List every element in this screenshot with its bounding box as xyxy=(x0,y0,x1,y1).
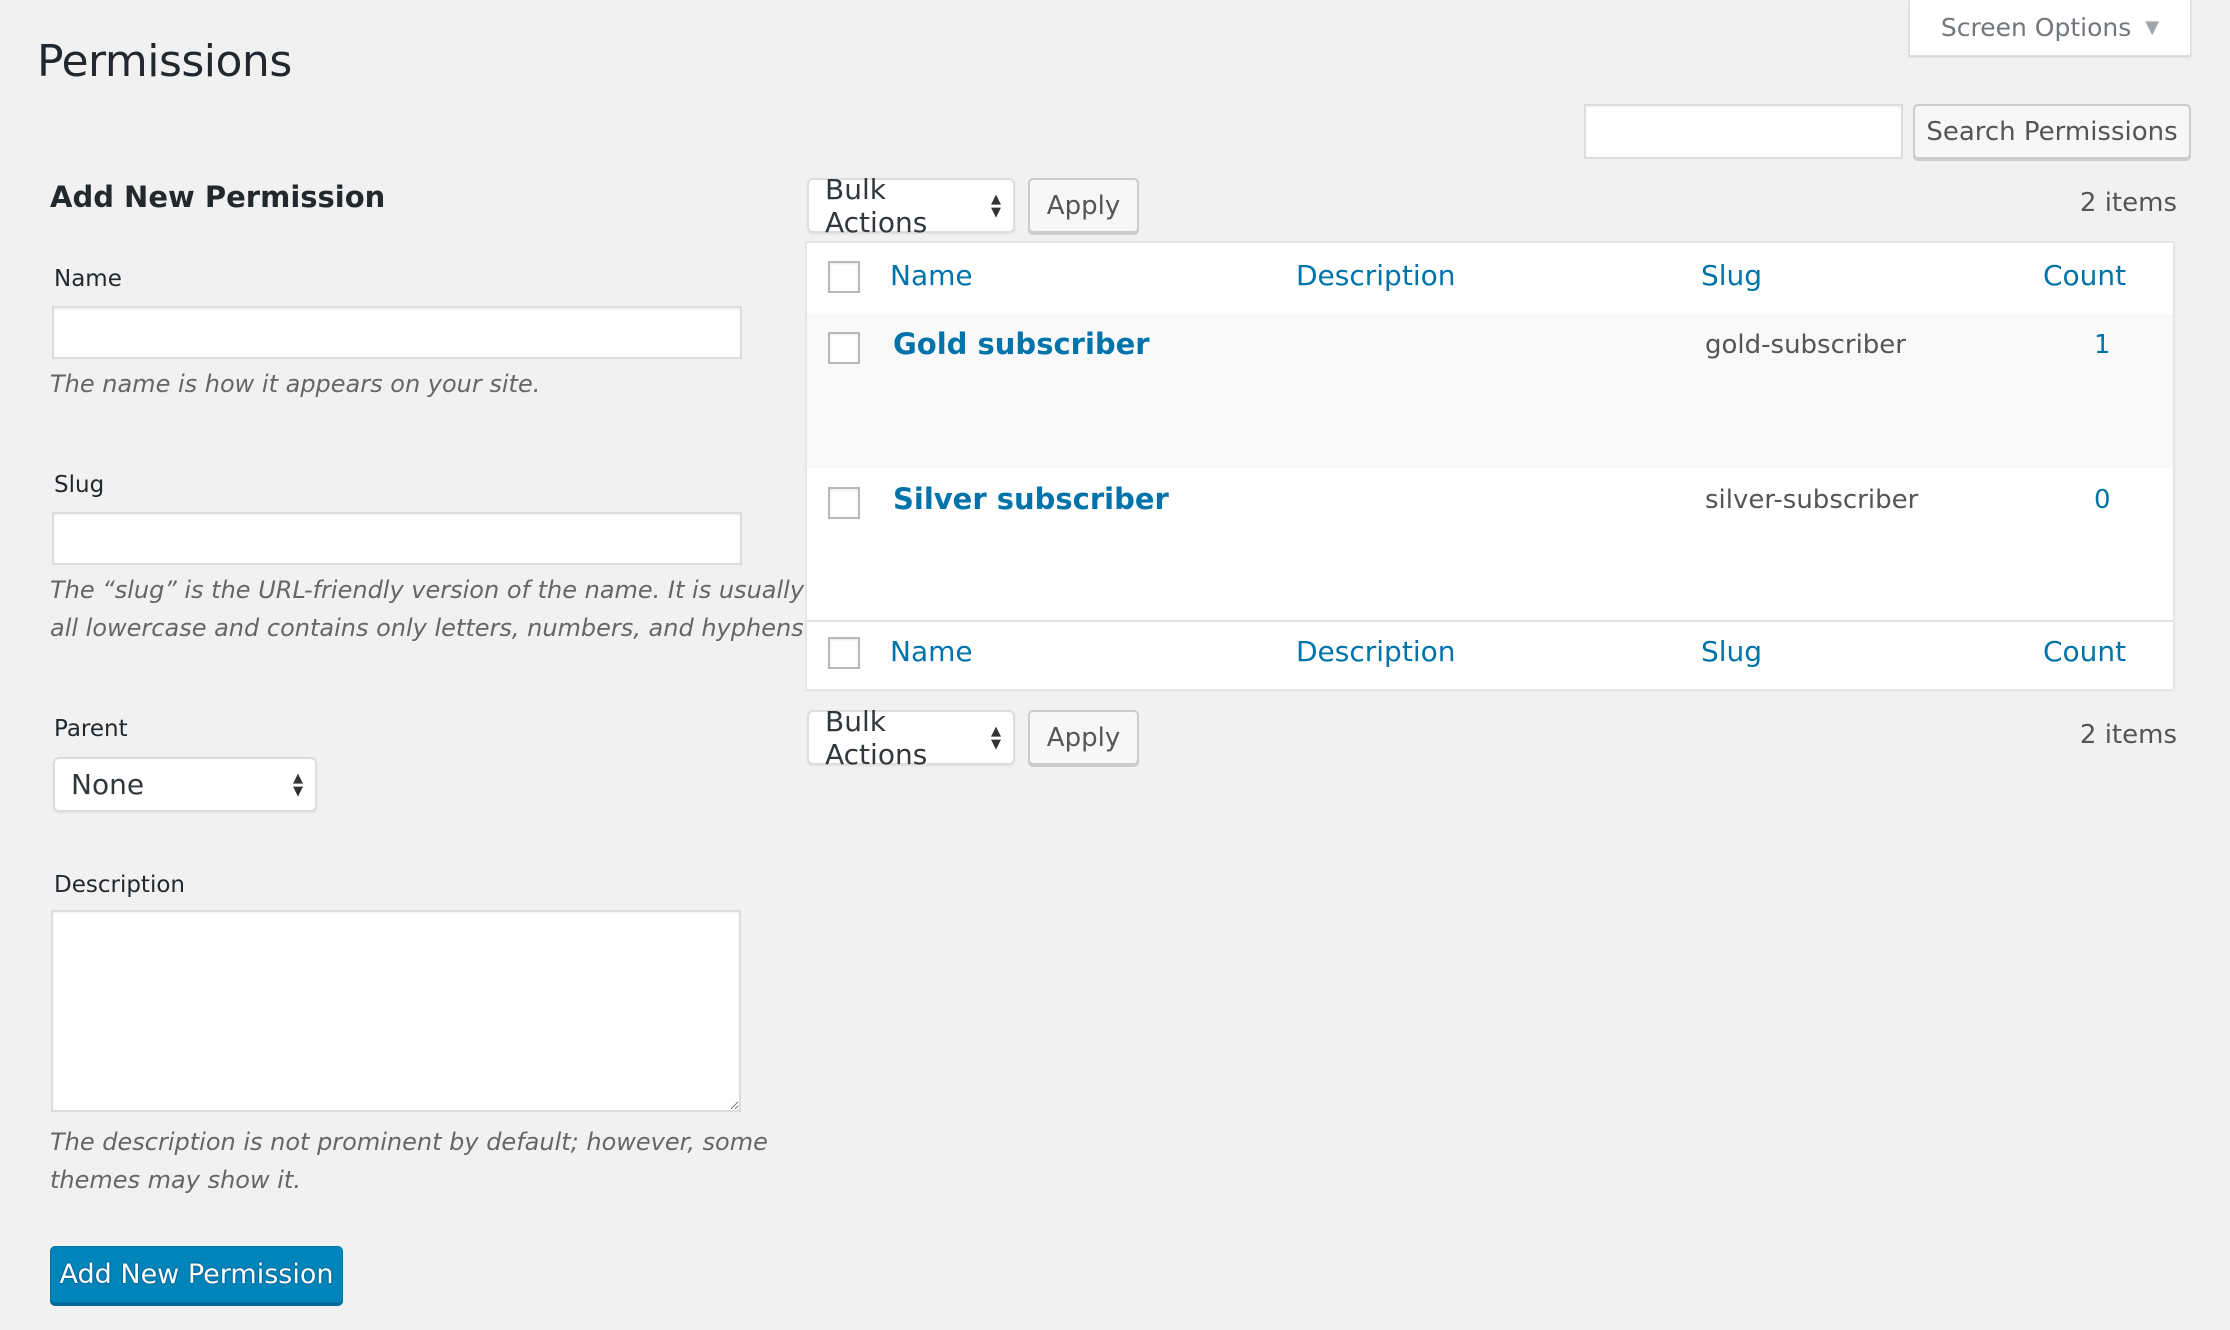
select-arrows-icon: ▲ ▼ xyxy=(991,723,1001,752)
row-checkbox[interactable] xyxy=(828,487,860,519)
page-title: Permissions xyxy=(37,36,292,87)
table-header-row: Name Description Slug Count xyxy=(807,243,2173,316)
slug-input[interactable] xyxy=(52,512,742,565)
column-footer-count[interactable]: Count xyxy=(2043,635,2126,668)
add-new-permission-button[interactable]: Add New Permission xyxy=(50,1246,343,1303)
column-header-name[interactable]: Name xyxy=(890,259,973,292)
row-slug: silver-subscriber xyxy=(1705,485,1919,515)
triangle-down-icon: ▼ xyxy=(2145,17,2160,38)
parent-select[interactable]: None ▲ ▼ xyxy=(53,757,317,812)
bulk-actions-value: Bulk Actions xyxy=(825,172,928,239)
bulk-actions-select-top[interactable]: Bulk Actions ▲ ▼ xyxy=(807,173,1015,239)
permissions-table: Name Description Slug Count Gold subscri… xyxy=(805,241,2175,691)
parent-select-value: None xyxy=(71,768,145,801)
screen-options-label: Screen Options xyxy=(1940,13,2132,42)
row-count-link[interactable]: 1 xyxy=(2094,330,2111,360)
slug-label: Slug xyxy=(54,472,105,498)
row-slug: gold-subscriber xyxy=(1705,330,1906,360)
column-footer-description[interactable]: Description xyxy=(1296,635,1455,668)
column-header-count[interactable]: Count xyxy=(2043,259,2126,292)
bulk-actions-select-bottom[interactable]: Bulk Actions ▲ ▼ xyxy=(807,705,1015,771)
items-count-top: 2 items xyxy=(2079,188,2177,218)
items-count-bottom: 2 items xyxy=(2079,720,2177,750)
column-footer-name[interactable]: Name xyxy=(890,635,973,668)
apply-button-bottom[interactable]: Apply xyxy=(1028,710,1139,765)
select-all-checkbox-footer[interactable] xyxy=(828,637,860,669)
row-count-link[interactable]: 0 xyxy=(2094,485,2111,515)
column-header-slug[interactable]: Slug xyxy=(1701,259,1762,292)
name-help-text: The name is how it appears on your site. xyxy=(50,370,541,398)
row-checkbox[interactable] xyxy=(828,332,860,364)
name-input[interactable] xyxy=(52,306,742,359)
slug-help-text-line1: The “slug” is the URL-friendly version o… xyxy=(50,576,805,604)
search-input[interactable] xyxy=(1584,104,1903,159)
select-arrows-icon: ▲ ▼ xyxy=(991,191,1001,220)
search-permissions-button[interactable]: Search Permissions xyxy=(1913,104,2191,159)
select-all-checkbox[interactable] xyxy=(828,261,860,293)
name-label: Name xyxy=(54,266,122,292)
description-label: Description xyxy=(54,872,185,898)
row-name-link[interactable]: Silver subscriber xyxy=(893,482,1169,516)
column-footer-slug[interactable]: Slug xyxy=(1701,635,1762,668)
select-arrows-icon: ▲ ▼ xyxy=(293,770,303,799)
apply-button-top[interactable]: Apply xyxy=(1028,178,1139,233)
description-help-text-line1: The description is not prominent by defa… xyxy=(50,1128,768,1156)
table-row: Silver subscriber silver-subscriber 0 xyxy=(807,468,2173,622)
table-row: Gold subscriber gold-subscriber 1 xyxy=(807,314,2173,468)
description-textarea[interactable] xyxy=(51,910,741,1112)
description-help-text-line2: themes may show it. xyxy=(50,1166,301,1194)
screen-options-button[interactable]: Screen Options ▼ xyxy=(1909,0,2191,56)
column-header-description[interactable]: Description xyxy=(1296,259,1455,292)
add-new-permission-heading: Add New Permission xyxy=(50,180,386,214)
parent-label: Parent xyxy=(54,716,128,742)
table-footer-row: Name Description Slug Count xyxy=(807,620,2173,689)
slug-help-text-line2: all lowercase and contains only letters,… xyxy=(50,614,812,642)
row-name-link[interactable]: Gold subscriber xyxy=(893,327,1150,361)
bulk-actions-value: Bulk Actions xyxy=(825,704,928,771)
